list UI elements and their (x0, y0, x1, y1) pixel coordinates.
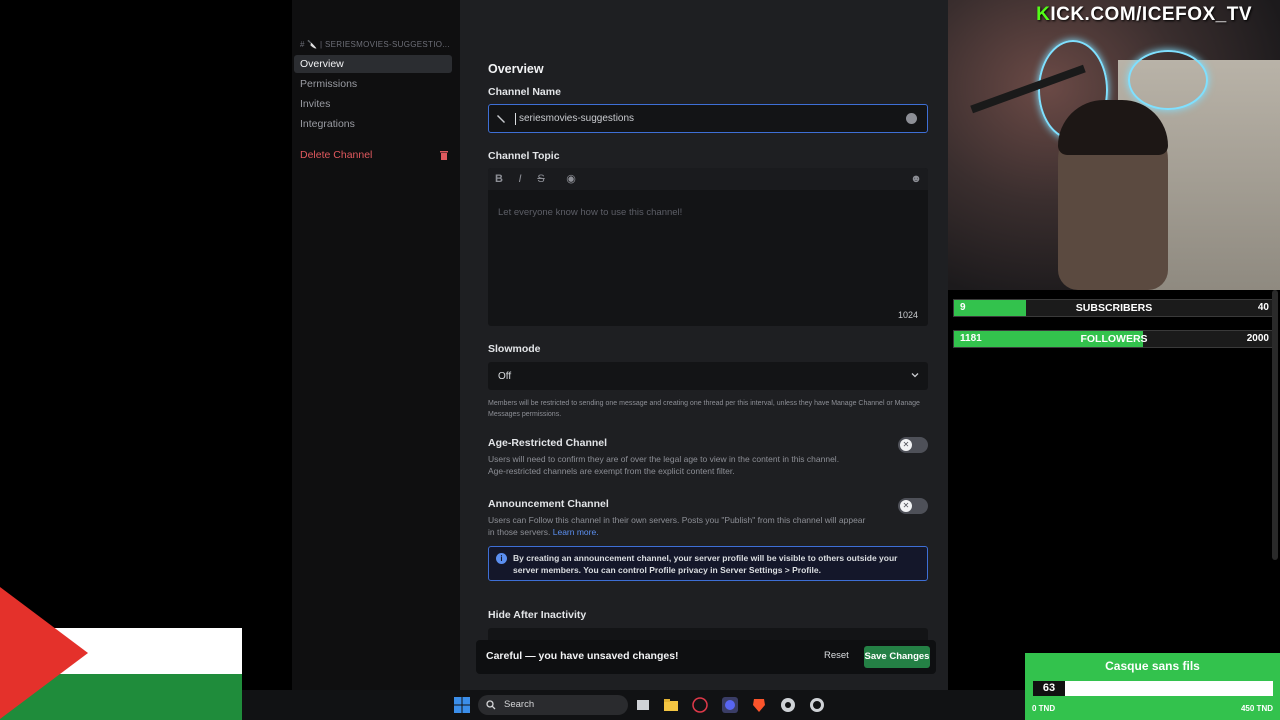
channel-name-value: seriesmovies-suggestions (519, 113, 635, 124)
task-view-icon[interactable] (635, 697, 651, 713)
learn-more-link[interactable]: Learn more. (553, 527, 599, 537)
announcement-info-box: i By creating an announcement channel, y… (488, 546, 928, 581)
bold-icon[interactable]: B (492, 172, 506, 186)
obs-icon[interactable] (809, 697, 825, 713)
save-changes-button[interactable]: Save Changes (864, 646, 930, 668)
subscribers-goal-bar: SUBSCRIBERS 9 40 (953, 299, 1275, 317)
kick-logo-letter: K (1036, 4, 1051, 25)
sidebar-item-overview[interactable]: Overview (294, 55, 452, 73)
age-restricted-desc-2: Age-restricted channels are exempt from … (488, 466, 735, 476)
channel-topic-editor[interactable]: B I S ◉ ☻ Let everyone know how to use t… (488, 168, 928, 326)
windows-start-icon[interactable] (454, 697, 470, 713)
brave-browser-icon[interactable] (751, 697, 767, 713)
palestine-flag (0, 587, 242, 720)
neon-light (1128, 50, 1208, 110)
delete-channel-button[interactable]: Delete Channel (300, 147, 448, 163)
chevron-down-icon (911, 373, 919, 378)
sidebar-item-invites[interactable]: Invites (294, 95, 452, 113)
sidebar-channel-header: # 🔪 | SERIESMOVIES-SUGGESTIO... (300, 40, 450, 49)
sidebar-item-integrations[interactable]: Integrations (294, 115, 452, 133)
unsaved-changes-message: Careful — you have unsaved changes! (486, 650, 679, 662)
spoiler-eye-icon[interactable]: ◉ (564, 172, 578, 186)
channel-topic-label: Channel Topic (488, 150, 560, 162)
topic-emoji-icon[interactable]: ☻ (909, 172, 923, 186)
hide-after-inactivity-label: Hide After Inactivity (488, 609, 587, 621)
followers-label: FOLLOWERS (1080, 333, 1148, 345)
unsaved-changes-bar: Careful — you have unsaved changes! Rese… (476, 640, 936, 674)
goal-min: 0 TND (1032, 704, 1056, 713)
followers-current: 1181 (960, 333, 982, 344)
kick-channel-url: KICK.COM/ICEFOX_TV (1036, 4, 1252, 26)
text-caret (515, 113, 516, 125)
slowmode-value: Off (498, 371, 512, 382)
topic-placeholder: Let everyone know how to use this channe… (498, 207, 683, 218)
trash-icon (440, 151, 448, 160)
announcement-label: Announcement Channel (488, 498, 609, 510)
slowmode-help: Members will be restricted to sending on… (488, 400, 920, 418)
webcam-overlay: KICK.COM/ICEFOX_TV (948, 0, 1280, 290)
age-restricted-desc-1: Users will need to confirm they are of o… (488, 454, 840, 464)
age-restricted-label: Age-Restricted Channel (488, 437, 608, 449)
followers-goal-bar: FOLLOWERS 1181 2000 (953, 330, 1275, 348)
slowmode-label: Slowmode (488, 343, 541, 355)
info-icon: i (496, 553, 507, 564)
taskbar: Search (242, 690, 1025, 720)
goal-value: 63 (1033, 681, 1065, 696)
strikethrough-icon[interactable]: S (534, 172, 548, 186)
goal-title: Casque sans fils (1105, 659, 1200, 673)
toggle-off-icon: ✕ (900, 500, 912, 512)
settings-sidebar: # 🔪 | SERIESMOVIES-SUGGESTIO... Overview… (292, 0, 460, 690)
search-icon (486, 700, 496, 710)
page-title: Overview (488, 62, 544, 76)
file-explorer-icon[interactable] (663, 697, 679, 713)
delete-channel-label: Delete Channel (300, 149, 373, 161)
donation-goal-widget: Casque sans fils 63 0 TND 450 TND (1025, 653, 1280, 720)
subscribers-goal: 40 (1257, 302, 1269, 313)
channel-name-label: Channel Name (488, 86, 561, 98)
topic-char-count: 1024 (897, 310, 918, 320)
sidebar-item-permissions[interactable]: Permissions (294, 75, 452, 93)
announcement-toggle[interactable]: ✕ (898, 498, 928, 514)
taskbar-search[interactable]: Search (478, 695, 628, 715)
announcement-desc-text: Users can Follow this channel in their o… (488, 515, 866, 537)
discord-icon[interactable] (722, 697, 738, 713)
announcement-desc: Users can Follow this channel in their o… (488, 514, 868, 538)
channel-overview-panel: Overview Channel Name seriesmovies-sugge… (460, 0, 948, 690)
valorant-icon[interactable] (692, 697, 708, 713)
taskbar-search-label: Search (504, 699, 535, 710)
followers-goal: 2000 (1246, 333, 1269, 344)
kick-url-text: ICK.COM/ICEFOX_TV (1050, 4, 1252, 25)
flag-red-triangle (0, 587, 88, 719)
subscribers-label: SUBSCRIBERS (1075, 302, 1153, 314)
reset-button[interactable]: Reset (824, 650, 849, 661)
goal-max: 450 TND (1240, 704, 1273, 713)
topic-format-toolbar: B I S ◉ ☻ (488, 168, 928, 190)
age-restricted-toggle[interactable]: ✕ (898, 437, 928, 453)
italic-icon[interactable]: I (513, 172, 527, 186)
scrollbar[interactable] (1272, 290, 1278, 560)
slowmode-select[interactable]: Off (488, 362, 928, 390)
toggle-off-icon: ✕ (900, 439, 912, 451)
knife-icon (497, 115, 505, 123)
chrome-icon[interactable] (780, 697, 796, 713)
goal-track: 63 (1033, 681, 1273, 696)
subscribers-current: 9 (960, 302, 966, 313)
channel-name-input[interactable]: seriesmovies-suggestions (488, 104, 928, 133)
announcement-info-text: By creating an announcement channel, you… (513, 553, 898, 575)
emoji-picker-icon[interactable] (906, 113, 917, 124)
